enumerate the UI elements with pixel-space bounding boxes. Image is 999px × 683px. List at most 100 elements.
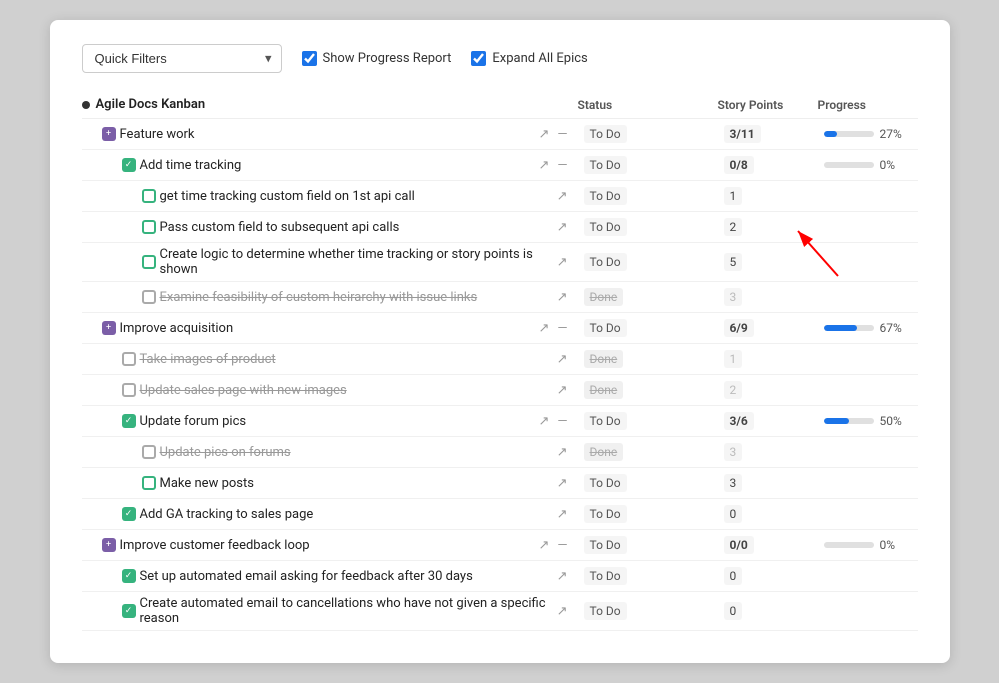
expand-icon[interactable]: ↗ <box>536 127 551 142</box>
progress-cell <box>818 574 918 578</box>
collapse-icon[interactable]: — <box>555 538 569 553</box>
show-progress-label[interactable]: Show Progress Report <box>302 51 452 66</box>
board-dot <box>82 101 90 109</box>
expand-icon[interactable]: ↗ <box>536 414 551 429</box>
table-row: + Improve acquisition ↗ — To Do 6/9 67% <box>82 313 918 344</box>
table-row: Create logic to determine whether time t… <box>82 243 918 282</box>
row-icon <box>142 476 156 490</box>
progress-cell <box>818 388 918 392</box>
table-row: Take images of product ↗ Done 1 <box>82 344 918 375</box>
status-cell: To Do <box>578 472 718 494</box>
row-text: Create automated email to cancellations … <box>140 596 555 626</box>
row-actions[interactable]: ↗ <box>555 290 570 305</box>
open-icon[interactable]: ↗ <box>555 476 570 491</box>
row-label: ✓ Add time tracking <box>82 158 537 173</box>
rows-container: + Feature work ↗ — To Do 3/11 27% ✓ <box>82 119 918 631</box>
expand-icon[interactable]: ↗ <box>536 321 551 336</box>
open-icon[interactable]: ↗ <box>555 220 570 235</box>
row-label: + Feature work <box>82 127 537 142</box>
points-cell: 3 <box>718 286 818 308</box>
open-icon[interactable]: ↗ <box>555 383 570 398</box>
expand-icon[interactable]: ↗ <box>536 158 551 173</box>
points-value: 0 <box>724 602 743 620</box>
row-actions[interactable]: ↗ <box>555 476 570 491</box>
quick-filter-wrap[interactable]: Quick Filters <box>82 44 282 73</box>
row-text: Pass custom field to subsequent api call… <box>160 220 400 235</box>
status-cell: To Do <box>578 600 718 622</box>
table-row: + Feature work ↗ — To Do 3/11 27% <box>82 119 918 150</box>
row-actions[interactable]: ↗ <box>555 220 570 235</box>
status-badge: To Do <box>584 218 627 236</box>
row-label: Make new posts <box>82 476 555 491</box>
collapse-icon[interactable]: — <box>555 414 569 429</box>
points-value: 1 <box>724 350 743 368</box>
row-icon: + <box>102 127 116 141</box>
expand-icon[interactable]: ↗ <box>536 538 551 553</box>
table-row: Update sales page with new images ↗ Done… <box>82 375 918 406</box>
open-icon[interactable]: ↗ <box>555 189 570 204</box>
row-actions[interactable]: ↗ <box>555 352 570 367</box>
status-badge: To Do <box>584 474 627 492</box>
row-label: Examine feasibility of custom heirarchy … <box>82 290 555 305</box>
row-actions[interactable]: ↗ <box>555 604 570 619</box>
row-actions[interactable]: ↗ <box>555 383 570 398</box>
row-actions[interactable]: ↗ — <box>536 127 569 142</box>
row-actions[interactable]: ↗ — <box>536 158 569 173</box>
points-cell: 2 <box>718 379 818 401</box>
progress-bar <box>824 542 874 548</box>
points-value: 0 <box>724 567 743 585</box>
progress-cell <box>818 512 918 516</box>
row-actions[interactable]: ↗ <box>555 255 570 270</box>
open-icon[interactable]: ↗ <box>555 445 570 460</box>
collapse-icon[interactable]: — <box>555 127 569 142</box>
status-badge: To Do <box>584 412 627 430</box>
table-row: ✓ Add GA tracking to sales page ↗ To Do … <box>82 499 918 530</box>
progress-bar <box>824 162 874 168</box>
points-cell: 0/0 <box>718 534 818 556</box>
col-header-progress: Progress <box>818 98 918 112</box>
row-actions[interactable]: ↗ <box>555 569 570 584</box>
table-row: Examine feasibility of custom heirarchy … <box>82 282 918 313</box>
show-progress-checkbox[interactable] <box>302 51 317 66</box>
expand-all-label[interactable]: Expand All Epics <box>471 51 587 66</box>
status-cell: Done <box>578 379 718 401</box>
expand-all-checkbox[interactable] <box>471 51 486 66</box>
points-value: 0 <box>724 505 743 523</box>
open-icon[interactable]: ↗ <box>555 352 570 367</box>
row-text: Add time tracking <box>140 158 242 173</box>
row-actions[interactable]: ↗ <box>555 189 570 204</box>
row-actions[interactable]: ↗ — <box>536 321 569 336</box>
points-value: 3 <box>724 288 743 306</box>
column-headers: Status Story Points Progress <box>578 98 918 112</box>
progress-cell <box>818 450 918 454</box>
open-icon[interactable]: ↗ <box>555 290 570 305</box>
board-name: Agile Docs Kanban <box>82 97 578 112</box>
progress-cell: 50% <box>818 412 918 430</box>
col-header-points: Story Points <box>718 98 818 112</box>
board-title-row: Agile Docs Kanban Status Story Points Pr… <box>82 91 918 119</box>
progress-cell <box>818 295 918 299</box>
progress-cell: 27% <box>818 125 918 143</box>
table-row: ✓ Update forum pics ↗ — To Do 3/6 50% <box>82 406 918 437</box>
open-icon[interactable]: ↗ <box>555 604 570 619</box>
row-actions[interactable]: ↗ <box>555 445 570 460</box>
points-value: 2 <box>724 218 743 236</box>
progress-cell: 67% <box>818 319 918 337</box>
status-badge: To Do <box>584 602 627 620</box>
row-icon <box>142 189 156 203</box>
row-actions[interactable]: ↗ — <box>536 538 569 553</box>
row-icon: + <box>102 321 116 335</box>
points-cell: 0 <box>718 565 818 587</box>
row-actions[interactable]: ↗ — <box>536 414 569 429</box>
row-actions[interactable]: ↗ <box>555 507 570 522</box>
collapse-icon[interactable]: — <box>555 321 569 336</box>
open-icon[interactable]: ↗ <box>555 507 570 522</box>
collapse-icon[interactable]: — <box>555 158 569 173</box>
open-icon[interactable]: ↗ <box>555 569 570 584</box>
status-cell: To Do <box>578 185 718 207</box>
status-badge: Done <box>584 443 624 461</box>
quick-filter-select[interactable]: Quick Filters <box>82 44 282 73</box>
row-icon: + <box>102 538 116 552</box>
open-icon[interactable]: ↗ <box>555 255 570 270</box>
row-text: Improve acquisition <box>120 321 234 336</box>
